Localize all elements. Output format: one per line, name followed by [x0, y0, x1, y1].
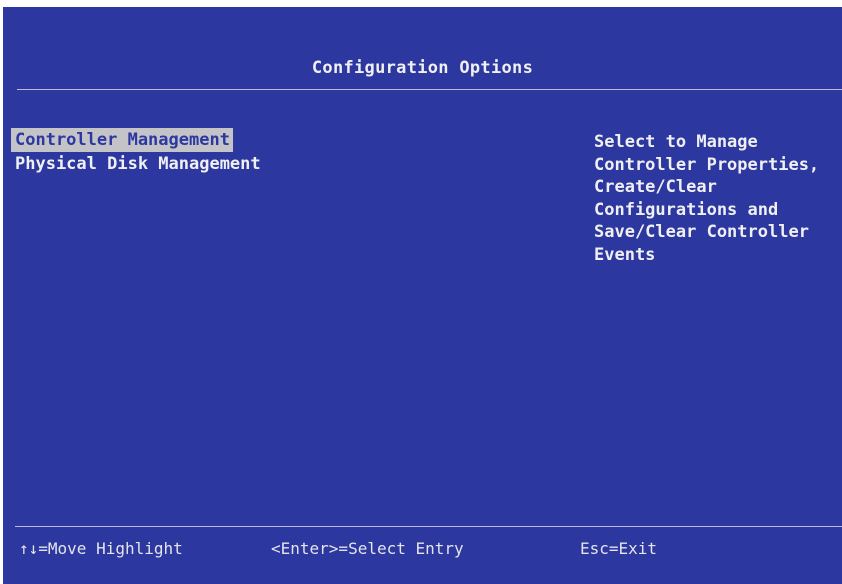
footer-divider	[15, 526, 842, 527]
help-line: Configurations and	[594, 199, 779, 220]
menu-item-physical-disk-management[interactable]: Physical Disk Management	[11, 152, 264, 176]
key-hints-bar: ↑↓=Move Highlight <Enter>=Select Entry E…	[3, 539, 842, 563]
help-line: Select to Manage	[594, 132, 758, 152]
page-title: Configuration Options	[311, 58, 534, 78]
help-line: Events	[594, 244, 656, 265]
menu-item-controller-management[interactable]: Controller Management	[11, 128, 233, 152]
help-text-panel: Select to Manage Controller Properties, …	[594, 131, 840, 266]
bios-screen: Configuration Options Controller Managem…	[3, 7, 842, 584]
help-line: Save/Clear Controller	[594, 222, 809, 242]
help-line: Create/Clear	[594, 177, 717, 197]
exit-hint: Esc=Exit	[580, 539, 658, 558]
header-divider	[17, 89, 842, 90]
select-entry-hint: <Enter>=Select Entry	[271, 539, 464, 558]
move-highlight-hint: ↑↓=Move Highlight	[19, 539, 183, 558]
options-menu: Controller Management Physical Disk Mana…	[11, 128, 264, 176]
help-line: Controller Properties,	[594, 154, 820, 175]
